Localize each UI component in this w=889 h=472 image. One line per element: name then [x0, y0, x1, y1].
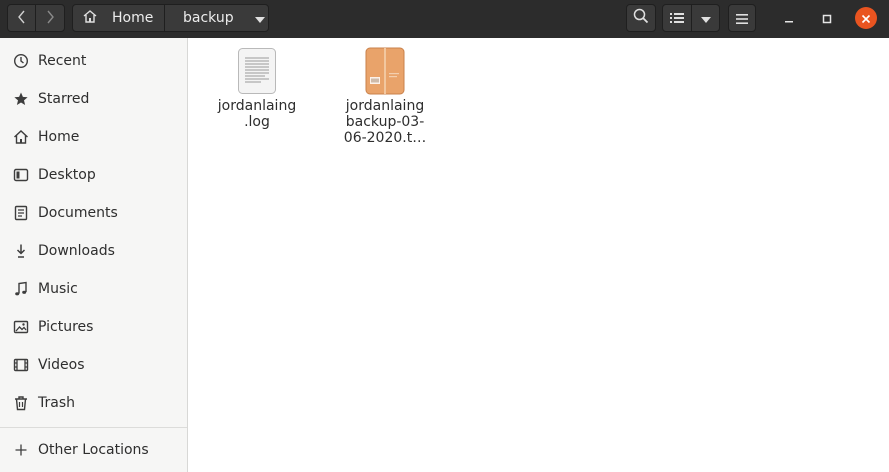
clock-icon — [12, 52, 30, 70]
file-name: jordanlaing backup-03- 06-2020.t… — [343, 98, 427, 146]
sidebar-item-label: Music — [38, 281, 78, 297]
sidebar-item-trash[interactable]: Trash — [0, 384, 187, 422]
video-icon — [12, 356, 30, 374]
maximize-icon — [822, 9, 832, 28]
places-sidebar: Recent Starred Home Desktop Documents Do… — [0, 38, 188, 472]
chevron-left-icon — [17, 9, 27, 28]
breadcrumb-home-label: Home — [112, 10, 154, 26]
sidebar-item-music[interactable]: Music — [0, 270, 187, 308]
forward-button[interactable] — [35, 4, 65, 32]
sidebar-item-videos[interactable]: Videos — [0, 346, 187, 384]
picture-icon — [12, 318, 30, 336]
sidebar-item-other-locations[interactable]: Other Locations — [0, 431, 187, 469]
sidebar-item-starred[interactable]: Starred — [0, 80, 187, 118]
file-view: jordanlaing .log jordanlaing backup-03- … — [189, 38, 889, 472]
sidebar-item-recent[interactable]: Recent — [0, 42, 187, 80]
list-view-icon — [670, 9, 684, 28]
plus-icon — [12, 441, 30, 459]
list-view-button[interactable] — [662, 4, 692, 32]
text-file-icon — [234, 46, 280, 96]
home-icon — [82, 9, 98, 28]
sidebar-item-label: Trash — [38, 395, 75, 411]
sidebar-separator — [0, 427, 187, 428]
sidebar-item-documents[interactable]: Documents — [0, 194, 187, 232]
view-options-button[interactable] — [691, 4, 720, 32]
caret-down-icon — [700, 9, 712, 28]
menu-button[interactable] — [728, 4, 756, 32]
minimize-button[interactable] — [778, 7, 800, 29]
sidebar-item-pictures[interactable]: Pictures — [0, 308, 187, 346]
sidebar-item-label: Home — [38, 129, 80, 145]
breadcrumb-current[interactable]: backup — [164, 4, 269, 32]
header-bar: Home backup — [0, 0, 889, 38]
close-icon — [861, 9, 871, 28]
sidebar-item-desktop[interactable]: Desktop — [0, 156, 187, 194]
sidebar-item-label: Documents — [38, 205, 118, 221]
file-name: jordanlaing .log — [217, 98, 297, 130]
hamburger-menu-icon — [736, 9, 748, 28]
sidebar-item-label: Pictures — [38, 319, 94, 335]
chevron-right-icon — [45, 9, 55, 28]
music-icon — [12, 280, 30, 298]
sidebar-item-label: Other Locations — [38, 442, 149, 458]
download-icon — [12, 242, 30, 260]
trash-icon — [12, 394, 30, 412]
search-icon — [633, 8, 649, 28]
file-item[interactable]: jordanlaing backup-03- 06-2020.t… — [335, 46, 435, 146]
star-icon — [12, 90, 30, 108]
search-button[interactable] — [626, 4, 656, 32]
sidebar-item-label: Starred — [38, 91, 90, 107]
sidebar-item-label: Desktop — [38, 167, 96, 183]
sidebar-item-label: Downloads — [38, 243, 115, 259]
desktop-icon — [12, 166, 30, 184]
document-icon — [12, 204, 30, 222]
maximize-button[interactable] — [816, 7, 838, 29]
back-button[interactable] — [7, 4, 36, 32]
breadcrumb-home[interactable]: Home — [72, 4, 165, 32]
sidebar-item-downloads[interactable]: Downloads — [0, 232, 187, 270]
archive-file-icon — [362, 46, 408, 96]
caret-down-icon — [254, 9, 266, 28]
sidebar-item-home[interactable]: Home — [0, 118, 187, 156]
breadcrumb-current-label: backup — [183, 10, 234, 26]
sidebar-item-label: Recent — [38, 53, 87, 69]
sidebar-item-label: Videos — [38, 357, 85, 373]
file-item[interactable]: jordanlaing .log — [207, 46, 307, 130]
close-button[interactable] — [855, 7, 877, 29]
minimize-icon — [784, 9, 794, 28]
home-icon — [12, 128, 30, 146]
